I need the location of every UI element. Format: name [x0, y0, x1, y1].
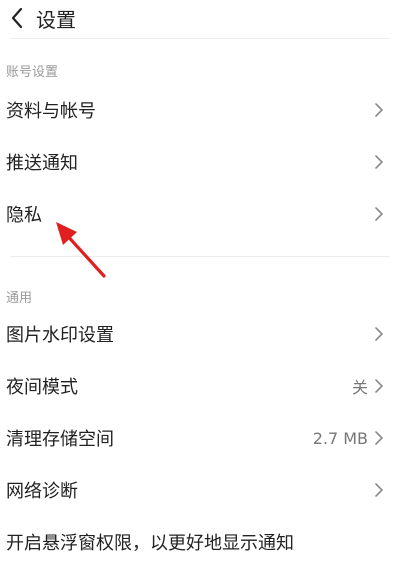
settings-item-label: 开启悬浮窗权限，以更好地显示通知	[6, 533, 294, 554]
storage-size-value: 2.7 MB	[312, 428, 368, 448]
chevron-right-icon	[374, 326, 384, 342]
settings-item-label: 清理存储空间	[6, 429, 114, 450]
settings-item-label: 资料与帐号	[6, 101, 96, 122]
settings-item-watermark[interactable]: 图片水印设置	[0, 308, 400, 360]
chevron-right-icon	[374, 154, 384, 170]
settings-item-night-mode[interactable]: 夜间模式 关	[0, 360, 400, 412]
settings-item-floating-window[interactable]: 开启悬浮窗权限，以更好地显示通知	[0, 516, 400, 568]
section-label-general: 通用	[6, 291, 33, 306]
settings-item-label: 夜间模式	[6, 377, 78, 398]
settings-item-label: 图片水印设置	[6, 325, 114, 346]
settings-item-label: 隐私	[6, 205, 42, 226]
page-title: 设置	[36, 7, 76, 32]
settings-item-push[interactable]: 推送通知	[0, 136, 400, 188]
chevron-right-icon	[374, 430, 384, 446]
back-button[interactable]	[6, 4, 28, 32]
settings-item-network[interactable]: 网络诊断	[0, 464, 400, 516]
chevron-left-icon	[11, 7, 23, 29]
night-mode-value: 关	[351, 378, 368, 397]
settings-item-label: 网络诊断	[6, 481, 78, 502]
settings-item-label: 推送通知	[6, 153, 78, 174]
section-label-account: 账号设置	[6, 65, 59, 80]
chevron-right-icon	[374, 378, 384, 394]
chevron-right-icon	[374, 102, 384, 118]
chevron-right-icon	[374, 482, 384, 498]
settings-item-profile[interactable]: 资料与帐号	[0, 84, 400, 136]
settings-item-privacy[interactable]: 隐私	[0, 188, 400, 240]
chevron-right-icon	[374, 206, 384, 222]
settings-item-storage[interactable]: 清理存储空间 2.7 MB	[0, 412, 400, 464]
header-bar: 设置	[0, 0, 400, 36]
